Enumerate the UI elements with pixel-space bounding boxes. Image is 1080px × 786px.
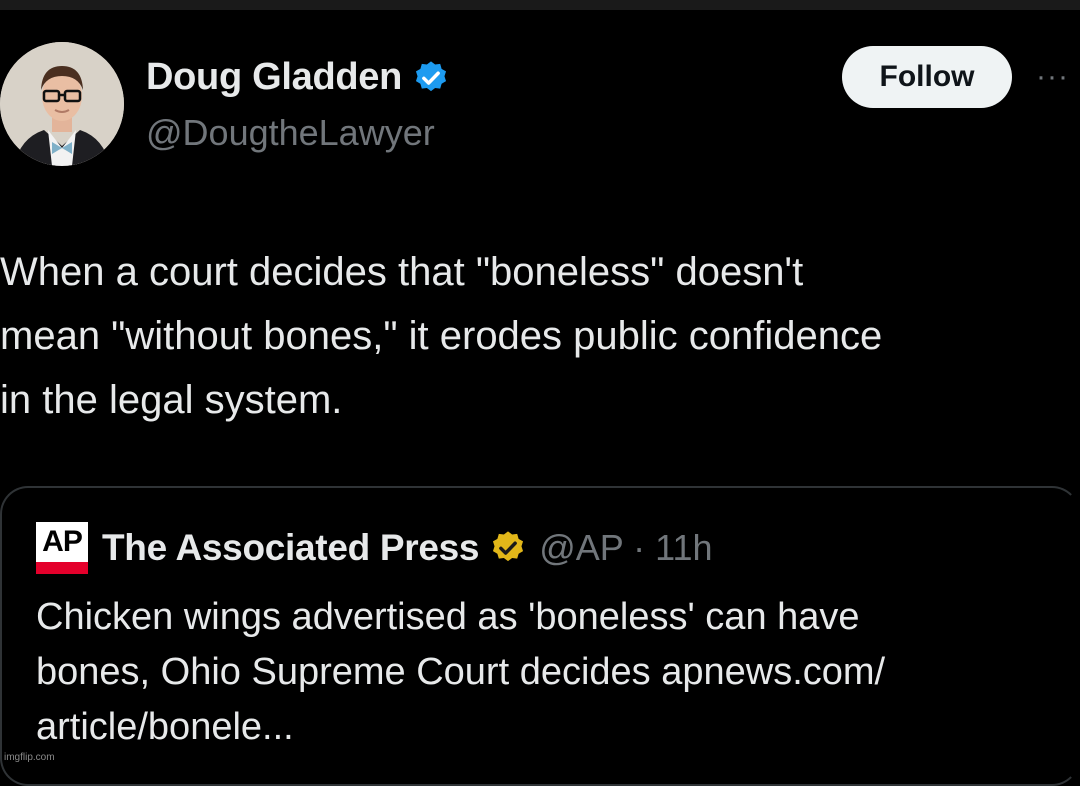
top-bar xyxy=(0,0,1080,10)
author-display-name[interactable]: Doug Gladden xyxy=(146,56,402,99)
follow-button[interactable]: Follow xyxy=(842,46,1012,108)
verified-badge-icon xyxy=(416,60,447,91)
quoted-author-handle-time[interactable]: @AP · 11h xyxy=(539,527,712,569)
gold-verified-badge-icon xyxy=(493,531,524,562)
author-name-row[interactable]: Doug Gladden xyxy=(146,56,450,99)
tweet-text: When a court decides that "boneless" doe… xyxy=(0,250,883,422)
quoted-author-name[interactable]: The Associated Press xyxy=(102,527,480,569)
ap-logo[interactable]: AP xyxy=(36,522,88,574)
avatar-photo xyxy=(0,42,124,166)
more-options-icon[interactable]: ··· xyxy=(1036,62,1080,92)
quoted-tweet-header[interactable]: AP The Associated Press @AP · 11h xyxy=(36,522,713,574)
avatar[interactable] xyxy=(0,42,124,166)
ap-logo-text: AP xyxy=(42,525,83,558)
quoted-tweet-text[interactable]: Chicken wings advertised as 'boneless' c… xyxy=(36,590,1066,755)
watermark: imgflip.com xyxy=(4,752,55,763)
ap-logo-bar xyxy=(36,562,88,574)
author-handle[interactable]: @DougtheLawyer xyxy=(146,112,435,154)
